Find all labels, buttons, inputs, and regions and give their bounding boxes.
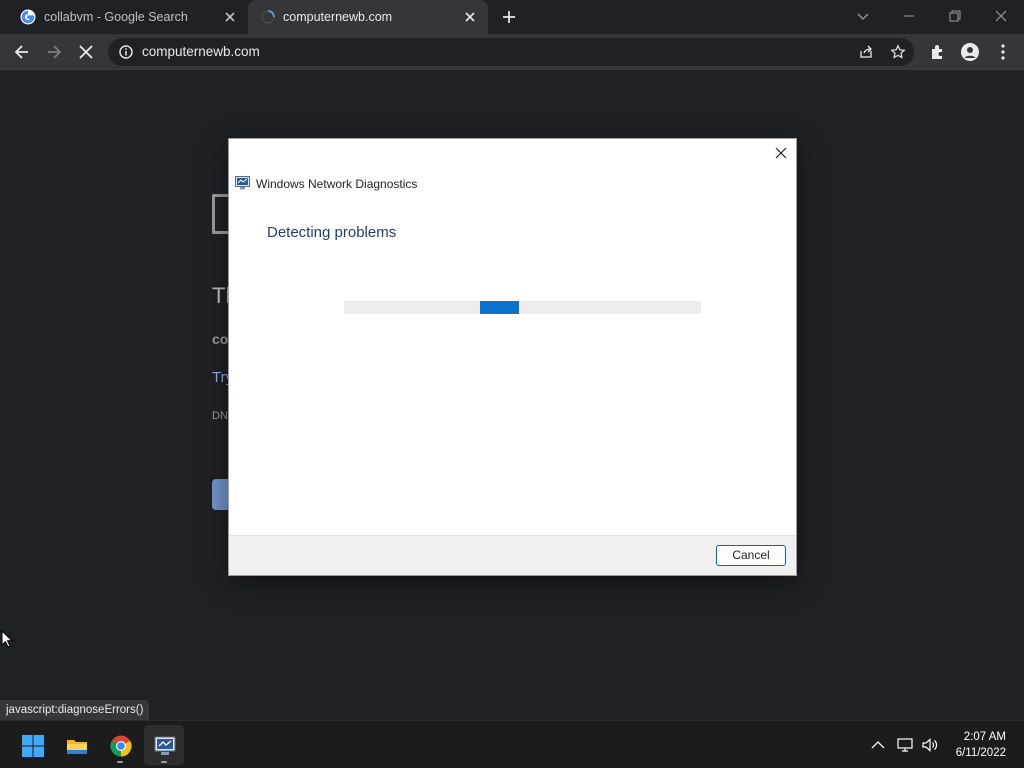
back-icon[interactable] — [12, 42, 32, 62]
taskbar: 2:07 AM 6/11/2022 — [0, 720, 1024, 768]
forward-icon[interactable] — [44, 42, 64, 62]
browser-toolbar: computernewb.com — [0, 34, 1024, 70]
taskbar-clock[interactable]: 2:07 AM 6/11/2022 — [956, 729, 1006, 761]
link-status-bar: javascript:diagnoseErrors() — [0, 700, 150, 720]
tab-computernewb[interactable]: computernewb.com — [248, 0, 488, 34]
progress-indicator — [480, 301, 519, 314]
new-tab-icon[interactable] — [500, 8, 518, 26]
google-icon — [20, 9, 36, 25]
start-icon — [22, 735, 44, 757]
volume-icon[interactable] — [921, 736, 939, 754]
minimize-icon[interactable] — [899, 6, 919, 26]
site-info-icon[interactable] — [118, 44, 134, 60]
network-diagnostics-dialog: Windows Network Diagnostics Detecting pr… — [228, 138, 797, 576]
restore-icon[interactable] — [945, 6, 965, 26]
tab-title: collabvm - Google Search — [44, 10, 188, 24]
chevron-up-icon[interactable] — [869, 736, 887, 754]
dialog-close-icon[interactable] — [773, 145, 789, 161]
progress-bar — [344, 301, 701, 314]
tab-title: computernewb.com — [283, 10, 393, 24]
cancel-button[interactable]: Cancel — [716, 545, 786, 566]
mouse-cursor-icon — [1, 630, 13, 648]
tab-search-icon[interactable] — [853, 6, 873, 26]
clock-time: 2:07 AM — [963, 731, 1006, 743]
bookmark-star-icon[interactable] — [890, 44, 906, 60]
running-indicator — [117, 761, 123, 763]
taskbar-network-diagnostics[interactable] — [144, 725, 184, 765]
url-text: computernewb.com — [142, 44, 260, 59]
loading-spinner-icon — [261, 10, 275, 24]
error-code-text: DN — [212, 410, 228, 422]
start-button[interactable] — [12, 725, 52, 765]
close-window-icon[interactable] — [991, 6, 1011, 26]
dialog-footer: Cancel — [229, 535, 796, 575]
running-indicator — [161, 761, 167, 763]
tab-google-search[interactable]: collabvm - Google Search — [8, 0, 248, 34]
network-diagnostics-icon — [154, 736, 176, 755]
profile-icon[interactable] — [960, 42, 980, 62]
menu-dots-icon[interactable] — [993, 42, 1013, 62]
close-tab-icon[interactable] — [222, 9, 238, 25]
error-domain-text: co — [212, 331, 229, 347]
taskbar-file-explorer[interactable] — [56, 725, 96, 765]
network-icon[interactable] — [896, 736, 914, 754]
clock-date: 6/11/2022 — [955, 747, 1006, 759]
address-bar[interactable]: computernewb.com — [108, 38, 914, 66]
stop-loading-icon[interactable] — [76, 42, 96, 62]
share-icon[interactable] — [858, 44, 874, 60]
network-diagnostics-icon — [235, 176, 250, 190]
dialog-heading: Detecting problems — [267, 224, 397, 241]
extensions-icon[interactable] — [928, 42, 948, 62]
file-explorer-icon — [67, 740, 87, 754]
dialog-app-title: Windows Network Diagnostics — [256, 177, 418, 191]
tab-strip: collabvm - Google Search computernewb.co… — [0, 0, 1024, 34]
close-tab-icon[interactable] — [462, 9, 478, 25]
taskbar-chrome[interactable] — [100, 725, 140, 765]
chrome-icon — [110, 735, 132, 757]
